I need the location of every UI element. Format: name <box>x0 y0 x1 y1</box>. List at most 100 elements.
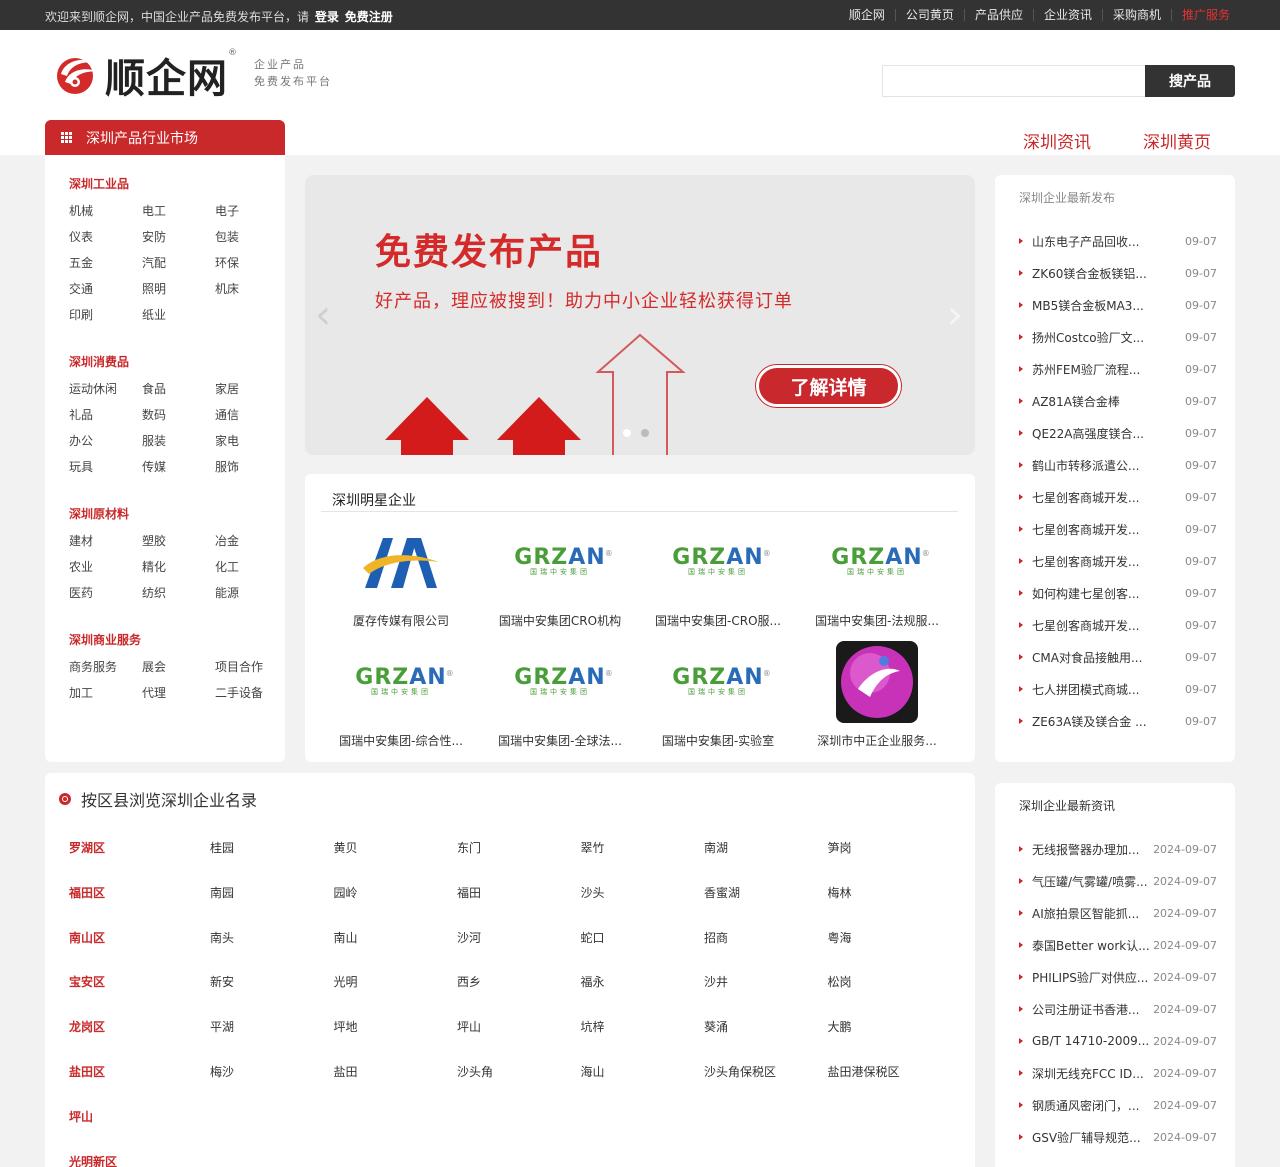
item-title[interactable]: GSV验厂辅导规范... <box>1032 1129 1141 1146</box>
item-title[interactable]: 泰国Better work认... <box>1032 937 1150 954</box>
list-item[interactable]: PHILIPS验厂对供应... 2024-09-07 <box>1019 961 1217 993</box>
category-item[interactable]: 电子 <box>215 204 288 218</box>
category-title[interactable]: 深圳原材料 <box>69 505 288 521</box>
district-name[interactable]: 坪山 <box>69 1108 210 1124</box>
category-item[interactable]: 数码 <box>142 408 215 422</box>
subdistrict-link[interactable]: 松岗 <box>828 973 952 989</box>
category-tab[interactable]: 深圳产品行业市场 <box>45 120 285 155</box>
item-title[interactable]: ZE63A镁及镁合金 ... <box>1032 713 1147 730</box>
district-name[interactable]: 福田区 <box>69 884 210 900</box>
banner-dot[interactable] <box>641 429 649 437</box>
item-title[interactable]: 七星创客商城开发... <box>1032 489 1139 506</box>
list-item[interactable]: AI旅拍景区智能抓... 2024-09-07 <box>1019 897 1217 929</box>
category-item[interactable]: 照明 <box>142 282 215 296</box>
subdistrict-link[interactable]: 盐田港保税区 <box>828 1063 952 1079</box>
company-card[interactable]: 深圳市中正企业服务... <box>802 640 952 749</box>
item-title[interactable]: 七人拼团模式商城... <box>1032 681 1139 698</box>
category-item[interactable]: 加工 <box>69 686 142 700</box>
company-card[interactable]: GRZAN ® 国瑞中安集团 国瑞中安集团-法规服... <box>802 520 952 629</box>
list-item[interactable]: 如何构建七星创客... 09-07 <box>1019 577 1217 609</box>
category-item[interactable]: 机械 <box>69 204 142 218</box>
list-item[interactable]: 钢质通风密闭门，... 2024-09-07 <box>1019 1089 1217 1121</box>
item-title[interactable]: 七星创客商城开发... <box>1032 553 1139 570</box>
subdistrict-link[interactable]: 沙河 <box>457 929 581 945</box>
category-item[interactable]: 塑胶 <box>142 534 215 548</box>
item-title[interactable]: 钢质通风密闭门，... <box>1032 1097 1139 1114</box>
category-item[interactable]: 机床 <box>215 282 288 296</box>
subdistrict-link[interactable]: 南山 <box>334 929 458 945</box>
top-nav-promotion[interactable]: 推广服务 <box>1170 9 1240 21</box>
item-title[interactable]: 七星创客商城开发... <box>1032 617 1139 634</box>
category-item[interactable]: 展会 <box>142 660 215 674</box>
subdistrict-link[interactable]: 翠竹 <box>581 839 705 855</box>
top-nav-news[interactable]: 企业资讯 <box>1032 9 1102 21</box>
list-item[interactable]: 无线报警器办理加... 2024-09-07 <box>1019 833 1217 865</box>
top-nav-yellow-pages[interactable]: 公司黄页 <box>894 9 964 21</box>
category-title[interactable]: 深圳商业服务 <box>69 631 288 647</box>
list-item[interactable]: QE22A高强度镁合... 09-07 <box>1019 417 1217 449</box>
category-item[interactable]: 食品 <box>142 382 215 396</box>
list-item[interactable]: 七星创客商城开发... 09-07 <box>1019 513 1217 545</box>
search-button[interactable]: 搜产品 <box>1145 65 1235 97</box>
subdistrict-link[interactable]: 沙头 <box>581 884 705 900</box>
category-item[interactable]: 印刷 <box>69 308 142 322</box>
list-item[interactable]: 七星创客商城开发... 09-07 <box>1019 609 1217 641</box>
item-title[interactable]: 苏州FEM验厂流程... <box>1032 361 1140 378</box>
company-card[interactable]: GRZAN ® 国瑞中安集团 国瑞中安集团CRO机构 <box>485 520 635 629</box>
list-item[interactable]: 公司注册证书香港... 2024-09-07 <box>1019 993 1217 1025</box>
banner-dot[interactable] <box>623 429 631 437</box>
item-title[interactable]: ZK60镁合金板镁铝... <box>1032 265 1147 282</box>
subdistrict-link[interactable]: 南园 <box>210 884 334 900</box>
category-item[interactable]: 二手设备 <box>215 686 288 700</box>
subdistrict-link[interactable]: 东门 <box>457 839 581 855</box>
company-card[interactable]: GRZAN ® 国瑞中安集团 国瑞中安集团-全球法... <box>485 640 635 749</box>
subdistrict-link[interactable]: 香蜜湖 <box>704 884 828 900</box>
login-link[interactable]: 登录 <box>315 10 339 24</box>
category-item[interactable]: 通信 <box>215 408 288 422</box>
subdistrict-link[interactable]: 沙头角 <box>457 1063 581 1079</box>
banner-cta-button[interactable]: 了解详情 <box>756 365 901 407</box>
banner-prev-icon[interactable]: ‹ <box>315 292 331 338</box>
category-item[interactable]: 纸业 <box>142 308 215 322</box>
company-card[interactable]: 厦存传媒有限公司 <box>326 520 476 629</box>
category-item[interactable]: 仪表 <box>69 230 142 244</box>
category-item[interactable]: 包装 <box>215 230 288 244</box>
subdistrict-link[interactable]: 南头 <box>210 929 334 945</box>
category-item[interactable]: 建材 <box>69 534 142 548</box>
category-item[interactable]: 冶金 <box>215 534 288 548</box>
item-title[interactable]: GB/T 14710-2009... <box>1032 1034 1149 1048</box>
list-item[interactable]: CMA对食品接触用... 09-07 <box>1019 641 1217 673</box>
category-item[interactable]: 代理 <box>142 686 215 700</box>
subdistrict-link[interactable]: 梅沙 <box>210 1063 334 1079</box>
list-item[interactable]: GB/T 14710-2009... 2024-09-07 <box>1019 1025 1217 1057</box>
company-card[interactable]: GRZAN ® 国瑞中安集团 国瑞中安集团-实验室 <box>643 640 793 749</box>
district-name[interactable]: 盐田区 <box>69 1063 210 1079</box>
item-title[interactable]: AI旅拍景区智能抓... <box>1032 905 1139 922</box>
item-title[interactable]: 扬州Costco验厂文... <box>1032 329 1144 346</box>
subdistrict-link[interactable]: 盐田 <box>334 1063 458 1079</box>
subdistrict-link[interactable]: 坪山 <box>457 1018 581 1034</box>
category-item[interactable]: 纺织 <box>142 586 215 600</box>
subdistrict-link[interactable]: 笋岗 <box>828 839 952 855</box>
subdistrict-link[interactable]: 平湖 <box>210 1018 334 1034</box>
category-item[interactable]: 服装 <box>142 434 215 448</box>
item-title[interactable]: 气压罐/气雾罐/喷雾... <box>1032 873 1148 890</box>
subdistrict-link[interactable]: 沙头角保税区 <box>704 1063 828 1079</box>
subdistrict-link[interactable]: 新安 <box>210 973 334 989</box>
category-item[interactable]: 玩具 <box>69 460 142 474</box>
category-item[interactable]: 医药 <box>69 586 142 600</box>
district-name[interactable]: 宝安区 <box>69 973 210 989</box>
subdistrict-link[interactable]: 沙井 <box>704 973 828 989</box>
subdistrict-link[interactable]: 福永 <box>581 973 705 989</box>
list-item[interactable]: ZE63A镁及镁合金 ... 09-07 <box>1019 705 1217 737</box>
list-item[interactable]: 七星创客商城开发... 09-07 <box>1019 545 1217 577</box>
item-title[interactable]: 七星创客商城开发... <box>1032 521 1139 538</box>
list-item[interactable]: 七星创客商城开发... 09-07 <box>1019 481 1217 513</box>
district-name[interactable]: 南山区 <box>69 929 210 945</box>
search-input[interactable] <box>882 65 1146 97</box>
category-item[interactable]: 五金 <box>69 256 142 270</box>
subdistrict-link[interactable]: 蛇口 <box>581 929 705 945</box>
link-shenzhen-yellow-pages[interactable]: 深圳黄页 <box>1143 128 1211 153</box>
top-nav-home[interactable]: 顺企网 <box>839 9 895 21</box>
category-title[interactable]: 深圳消费品 <box>69 353 288 369</box>
